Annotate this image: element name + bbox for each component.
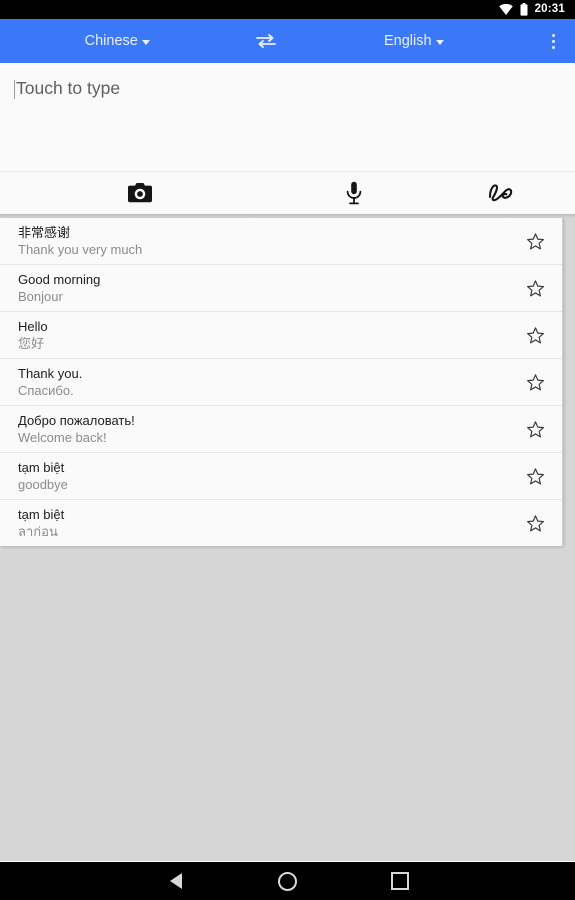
history-source-text: Good morning [18, 272, 101, 287]
recents-button[interactable] [344, 862, 456, 900]
history-target-text: Welcome back! [18, 430, 107, 445]
camera-input-button[interactable] [0, 172, 280, 214]
history-source-text: 非常感谢 [18, 225, 71, 240]
history-target-text: Спасибо. [18, 383, 74, 398]
star-outline-icon [526, 232, 544, 249]
input-placeholder: Touch to type [16, 78, 121, 98]
history-target-text: goodbye [18, 477, 68, 492]
overflow-menu-button[interactable] [531, 19, 575, 63]
microphone-icon [346, 181, 362, 205]
home-icon [278, 871, 297, 891]
swap-languages-button[interactable] [235, 19, 297, 63]
history-item-texts: Добро пожаловать! Welcome back! [18, 413, 508, 445]
target-language-label: English [383, 32, 432, 49]
history-source-text: tạm biệt [18, 460, 65, 475]
history-source-text: Hello [18, 319, 48, 334]
overflow-menu-icon [551, 39, 555, 43]
history-target-text: Bonjour [18, 289, 63, 304]
history-item-texts: Good morning Bonjour [18, 272, 508, 304]
star-button[interactable] [508, 218, 562, 264]
history-source-text: Thank you. [18, 366, 83, 381]
star-button[interactable] [508, 406, 562, 452]
history-item-texts: tạm biệt goodbye [18, 460, 508, 492]
history-item-texts: Thank you. Спасибо. [18, 366, 508, 398]
system-navigation-bar [0, 861, 575, 900]
history-container: 非常感谢 Thank you very much Good morning Bo… [0, 218, 575, 546]
star-button[interactable] [508, 312, 562, 358]
chevron-down-icon [141, 39, 150, 45]
wifi-icon [498, 4, 513, 15]
source-language-button[interactable]: Chinese [0, 19, 235, 63]
text-caret [14, 80, 15, 99]
star-outline-icon [526, 467, 544, 484]
history-source-text: Добро пожаловать! [18, 413, 135, 428]
translation-history-list: 非常感谢 Thank you very much Good morning Bo… [0, 218, 563, 546]
history-item[interactable]: Thank you. Спасибо. [0, 359, 562, 406]
source-language-label: Chinese [84, 32, 138, 49]
star-button[interactable] [508, 265, 562, 311]
star-outline-icon [526, 326, 544, 343]
input-method-bar [0, 171, 575, 214]
star-outline-icon [526, 373, 544, 390]
history-item[interactable]: Good morning Bonjour [0, 265, 562, 312]
translate-toolbar: Chinese English [0, 19, 575, 63]
chevron-down-icon [435, 39, 444, 45]
status-bar-icons: 20:31 [498, 2, 565, 16]
empty-background [0, 546, 575, 861]
back-icon [169, 873, 182, 889]
history-item-texts: 非常感谢 Thank you very much [18, 225, 508, 257]
camera-icon [128, 183, 152, 203]
back-button[interactable] [120, 862, 232, 900]
history-item[interactable]: Добро пожаловать! Welcome back! [0, 406, 562, 453]
input-panel: Touch to type [0, 63, 575, 218]
history-target-text: 您好 [18, 336, 45, 351]
history-item[interactable]: Hello 您好 [0, 312, 562, 359]
star-outline-icon [526, 514, 544, 531]
voice-input-button[interactable] [280, 172, 428, 214]
status-bar-clock: 20:31 [534, 2, 565, 15]
handwriting-icon [489, 184, 513, 202]
overflow-menu-icon [551, 45, 555, 49]
star-button[interactable] [508, 453, 562, 499]
star-outline-icon [526, 279, 544, 296]
overflow-menu-icon [551, 33, 555, 37]
history-item-texts: tạm biệt ลาก่อน [18, 507, 508, 539]
recents-icon [390, 872, 409, 890]
battery-icon [520, 3, 528, 16]
star-button[interactable] [508, 359, 562, 405]
history-target-text: Thank you very much [18, 242, 143, 257]
history-source-text: tạm biệt [18, 507, 65, 522]
handwriting-input-button[interactable] [428, 172, 575, 214]
status-bar: 20:31 [0, 0, 575, 19]
swap-languages-icon [255, 34, 276, 48]
star-button[interactable] [508, 500, 562, 546]
history-target-text: ลาก่อน [18, 524, 58, 539]
history-item[interactable]: tạm biệt goodbye [0, 453, 562, 500]
star-outline-icon [526, 420, 544, 437]
app-screen: 20:31 Chinese English Touch to type 非常感谢… [0, 0, 575, 900]
target-language-button[interactable]: English [297, 19, 532, 63]
home-button[interactable] [232, 862, 344, 900]
translation-input-field[interactable]: Touch to type [0, 63, 575, 171]
history-item[interactable]: tạm biệt ลาก่อน [0, 500, 562, 546]
history-item-texts: Hello 您好 [18, 319, 508, 351]
history-item[interactable]: 非常感谢 Thank you very much [0, 218, 562, 265]
